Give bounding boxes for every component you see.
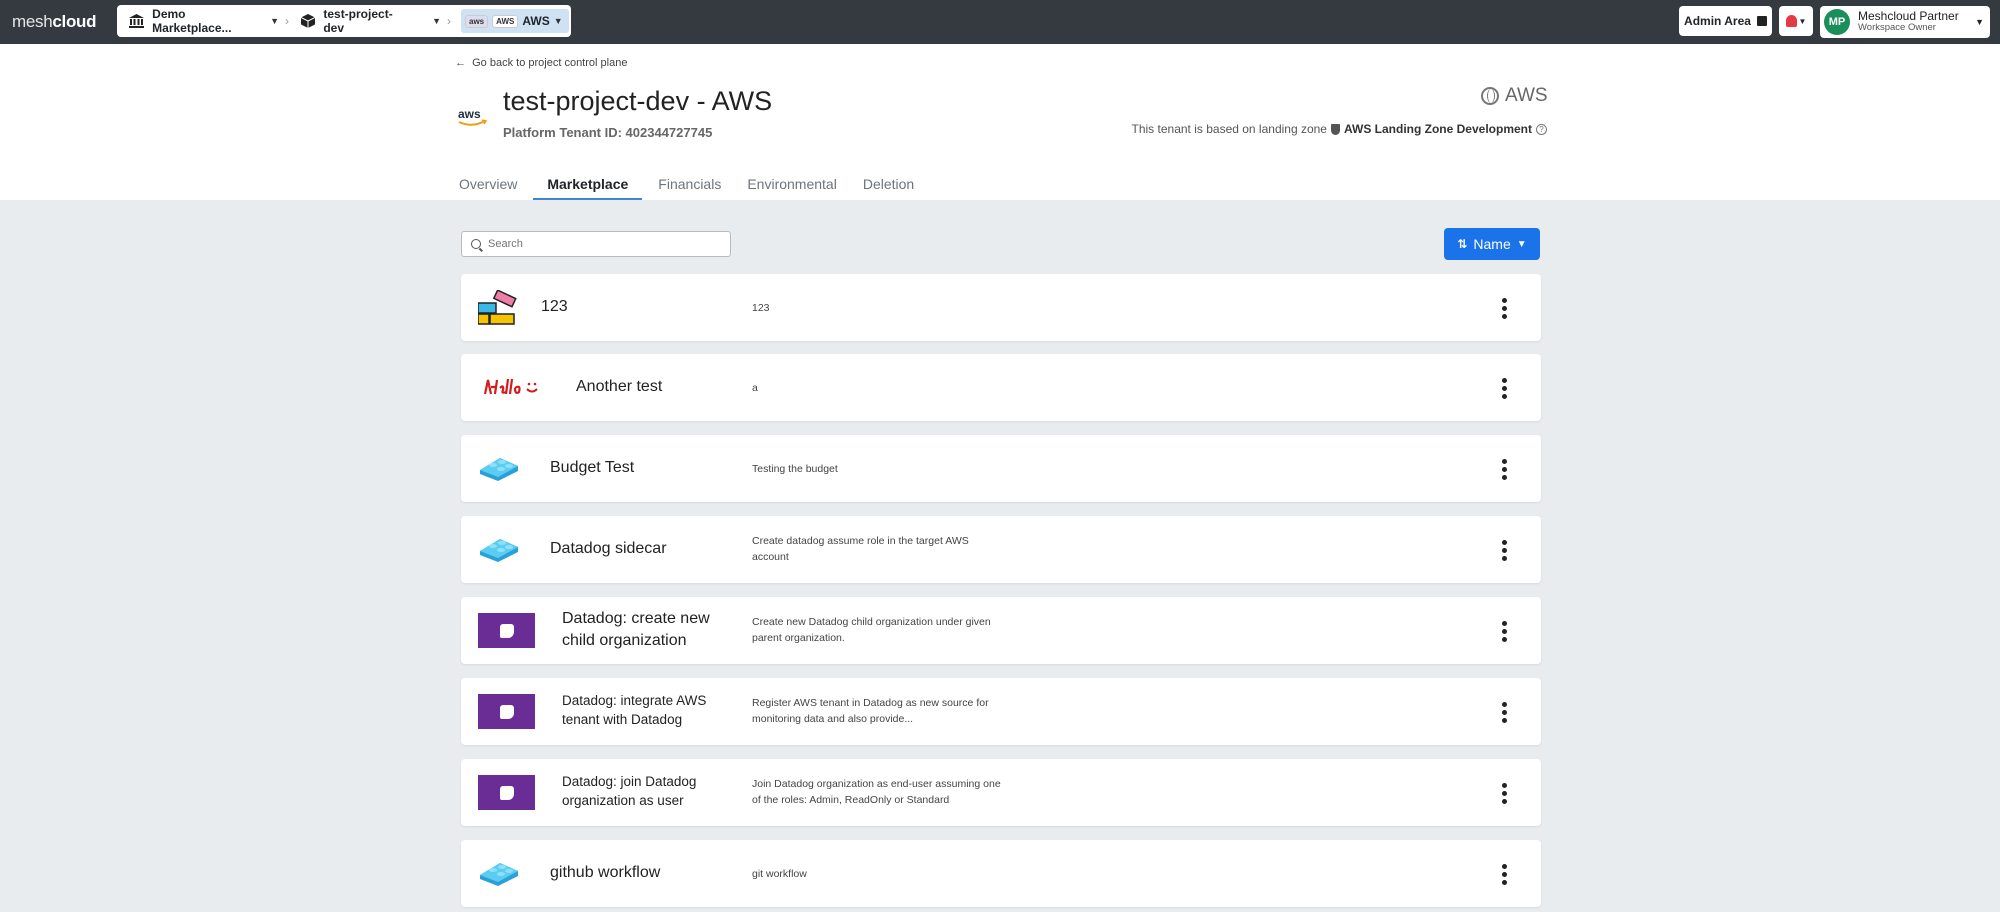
platform-name: AWS	[522, 14, 550, 28]
tab-overview[interactable]: Overview	[449, 168, 527, 200]
shield-icon	[1330, 123, 1340, 135]
chevron-right-icon: ›	[447, 14, 451, 28]
platform-label: AWS	[1481, 85, 1548, 107]
aws-logo-icon: aws	[457, 106, 489, 130]
more-options-icon[interactable]	[1502, 540, 1508, 561]
item-name: Datadog: integrate AWS tenant with Datad…	[562, 693, 707, 727]
more-options-icon[interactable]	[1502, 298, 1508, 319]
item-description: Register AWS tenant in Datadog as new so…	[752, 697, 989, 725]
more-options-icon[interactable]	[1502, 864, 1508, 885]
top-navbar: meshcloud Demo Marketplace... ▼ › test-p…	[0, 0, 2000, 44]
chevron-down-icon: ▼	[1516, 238, 1527, 250]
project-selector[interactable]: test-project-dev ▼	[295, 5, 441, 37]
workspace-name: Demo Marketplace...	[152, 7, 232, 35]
search-icon	[471, 239, 481, 249]
sort-button[interactable]: ⇅ Name ▼	[1444, 228, 1540, 260]
item-name: Another test	[576, 378, 663, 395]
datadog-icon	[478, 694, 535, 729]
item-name: github workflow	[550, 864, 661, 881]
search-input[interactable]	[488, 238, 718, 250]
meshcloud-logo[interactable]: meshcloud	[12, 12, 97, 32]
list-item[interactable]: Another test a	[461, 354, 1541, 421]
tenant-id: Platform Tenant ID: 402344727745	[503, 125, 713, 140]
chevron-down-icon: ▼	[1975, 17, 1984, 27]
admin-area-label: Admin Area	[1684, 14, 1751, 28]
aws-pill: aws	[465, 14, 489, 28]
breadcrumb: Demo Marketplace... ▼ › test-project-dev…	[117, 5, 571, 37]
more-options-icon[interactable]	[1502, 459, 1508, 480]
datadog-icon	[478, 775, 535, 810]
search-box	[461, 231, 731, 257]
item-name: Datadog: join Datadog organization as us…	[562, 774, 697, 808]
avatar: MP	[1824, 9, 1850, 35]
landing-zone-prefix: This tenant is based on landing zone	[1131, 122, 1327, 136]
list-item[interactable]: Budget Test Testing the budget	[461, 435, 1541, 502]
item-description: Join Datadog organization as end-user as…	[752, 778, 1001, 806]
svg-text:aws: aws	[458, 107, 481, 121]
chevron-down-icon: ▼	[1798, 16, 1807, 26]
sort-label: Name	[1473, 236, 1511, 252]
item-description: Testing the budget	[752, 463, 838, 475]
item-description: git workflow	[752, 868, 807, 880]
back-link[interactable]: ← Go back to project control plane	[455, 57, 627, 69]
chevron-down-icon: ▼	[270, 16, 279, 26]
page-header	[0, 44, 2000, 200]
item-name: 123	[541, 298, 568, 315]
blue-brick-icon	[478, 454, 520, 487]
item-name: Budget Test	[550, 459, 635, 476]
item-description: 123	[752, 302, 770, 314]
chevron-right-icon: ›	[285, 14, 289, 28]
notifications-button[interactable]: ▼	[1779, 6, 1813, 36]
page-title: test-project-dev - AWS	[503, 86, 773, 116]
chevron-down-icon: ▼	[553, 16, 563, 26]
hello-logo-icon	[483, 376, 539, 403]
list-item[interactable]: Datadog: create new child organization C…	[461, 597, 1541, 664]
item-description: a	[752, 382, 758, 394]
list-item[interactable]: Datadog: integrate AWS tenant with Datad…	[461, 678, 1541, 745]
help-icon[interactable]: ?	[1536, 123, 1547, 135]
platform-text: AWS	[1505, 85, 1548, 106]
item-name: Datadog sidecar	[550, 540, 667, 557]
chevron-down-icon: ▼	[432, 16, 441, 26]
bell-icon	[1785, 15, 1797, 27]
project-name: test-project-dev	[323, 7, 393, 35]
external-link-icon	[1756, 16, 1767, 26]
more-options-icon[interactable]	[1502, 702, 1508, 723]
more-options-icon[interactable]	[1502, 783, 1508, 804]
item-description: Create datadog assume role in the target…	[752, 535, 969, 563]
tab-environmental[interactable]: Environmental	[737, 168, 847, 200]
platform-selector[interactable]: aws AWS AWS ▼	[461, 9, 569, 33]
sort-icon: ⇅	[1457, 237, 1468, 251]
workspace-selector[interactable]: Demo Marketplace... ▼	[117, 5, 279, 37]
tab-deletion[interactable]: Deletion	[853, 168, 924, 200]
item-description: Create new Datadog child organization un…	[752, 616, 991, 644]
cube-icon	[301, 13, 316, 29]
list-item[interactable]: github workflow git workflow	[461, 840, 1541, 907]
datadog-icon	[478, 613, 535, 648]
list-item[interactable]: Datadog sidecar Create datadog assume ro…	[461, 516, 1541, 583]
list-item[interactable]: 123 123	[461, 274, 1541, 341]
bank-icon	[129, 13, 145, 29]
tab-financials[interactable]: Financials	[648, 168, 731, 200]
back-link-label: Go back to project control plane	[472, 57, 628, 69]
aws-pill: AWS	[492, 14, 519, 28]
landing-zone-name[interactable]: AWS Landing Zone Development	[1344, 122, 1532, 136]
user-menu[interactable]: MP Meshcloud Partner Workspace Owner ▼	[1820, 6, 1990, 38]
blue-brick-icon	[478, 535, 520, 568]
more-options-icon[interactable]	[1502, 621, 1508, 642]
user-role: Workspace Owner	[1858, 22, 1936, 34]
item-name: Datadog: create new child organization	[562, 610, 710, 649]
globe-icon	[1481, 87, 1499, 105]
landing-zone-info: This tenant is based on landing zone AWS…	[1132, 122, 1547, 136]
list-item[interactable]: Datadog: join Datadog organization as us…	[461, 759, 1541, 826]
admin-area-button[interactable]: Admin Area	[1679, 6, 1772, 36]
tab-marketplace[interactable]: Marketplace	[533, 168, 643, 200]
lego-blocks-icon	[477, 289, 518, 331]
more-options-icon[interactable]	[1502, 378, 1508, 399]
tab-bar: Overview Marketplace Financials Environm…	[449, 168, 930, 200]
blue-brick-icon	[478, 859, 520, 892]
